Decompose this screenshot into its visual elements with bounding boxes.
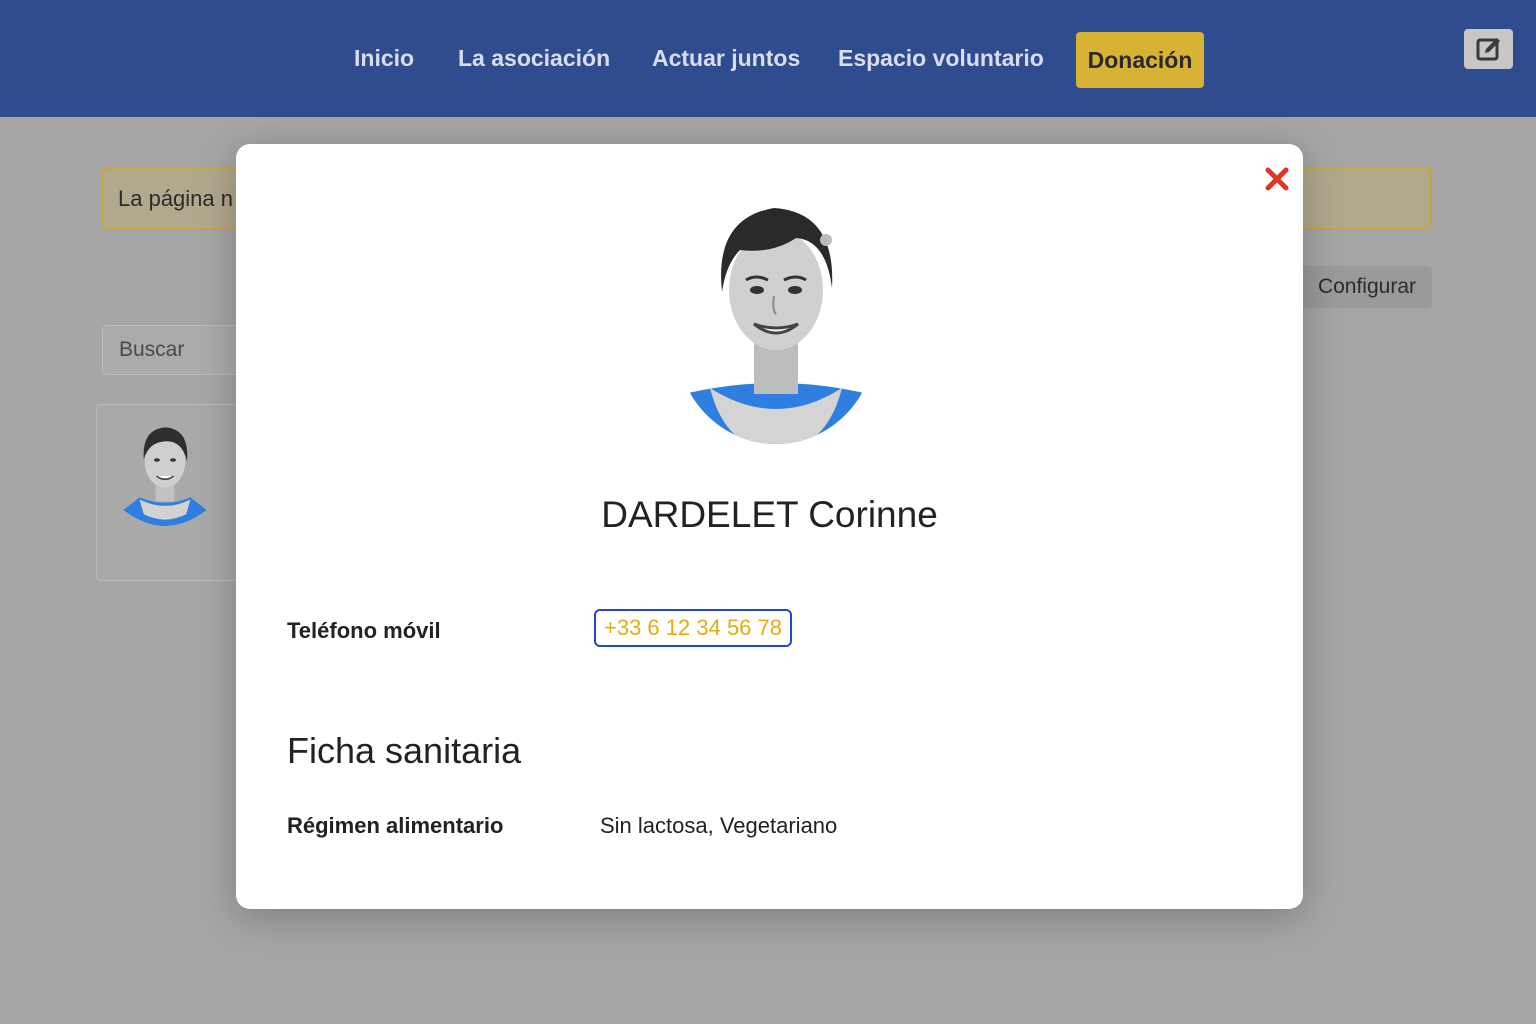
profile-photo	[676, 208, 876, 444]
donate-button[interactable]: Donación	[1076, 32, 1204, 88]
member-card[interactable]	[96, 404, 256, 581]
member-avatar	[123, 427, 207, 526]
top-navigation-bar: Inicio La asociación Actuar juntos Espac…	[0, 0, 1536, 117]
close-icon	[1265, 167, 1289, 191]
phone-link[interactable]: +33 6 12 34 56 78	[594, 609, 792, 647]
nav-item-inicio[interactable]: Inicio	[354, 45, 414, 72]
profile-modal: DARDELET Corinne Teléfono móvil +33 6 12…	[236, 144, 1303, 909]
nav-item-asociacion[interactable]: La asociación	[458, 45, 610, 72]
edit-icon	[1476, 38, 1500, 61]
notice-text: La página n	[118, 186, 233, 211]
phone-label: Teléfono móvil	[287, 618, 441, 643]
profile-name: DARDELET Corinne	[601, 494, 938, 535]
nav-item-actuar-juntos[interactable]: Actuar juntos	[652, 45, 800, 72]
diet-label: Régimen alimentario	[287, 813, 504, 838]
close-button[interactable]	[1260, 162, 1294, 196]
configure-button[interactable]: Configurar	[1296, 266, 1432, 308]
health-section-title: Ficha sanitaria	[287, 730, 522, 771]
nav-item-espacio-voluntario[interactable]: Espacio voluntario	[838, 45, 1044, 72]
diet-value: Sin lactosa, Vegetariano	[600, 813, 838, 838]
edit-button[interactable]	[1464, 29, 1513, 69]
